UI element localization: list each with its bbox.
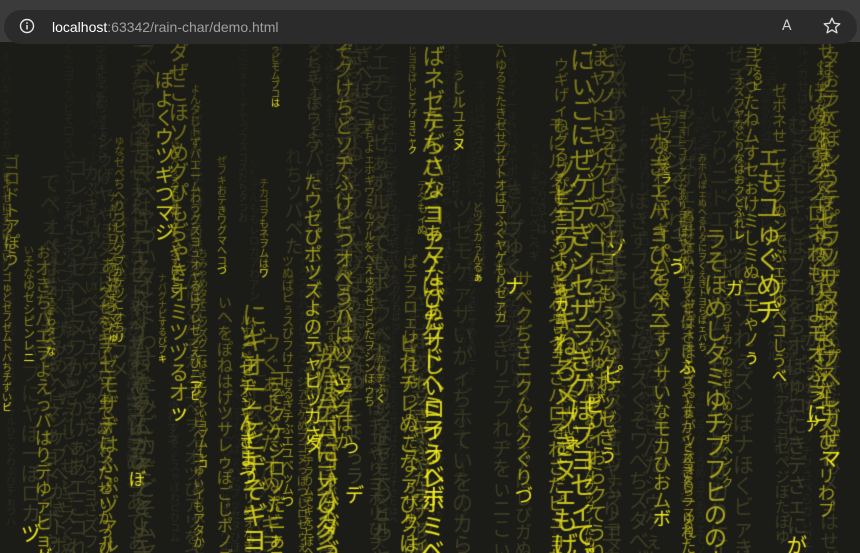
read-aloud-icon-letter: A — [782, 18, 792, 34]
url-host: localhost — [52, 19, 108, 35]
info-circle-icon[interactable] — [19, 18, 35, 34]
browser-window: localhost:63342/rain-char/demo.html A — [0, 0, 860, 553]
url-path: :63342/rain-char/demo.html — [107, 19, 279, 35]
read-aloud-icon[interactable]: A — [782, 15, 804, 37]
character-rain-canvas — [0, 44, 860, 553]
star-icon[interactable] — [822, 16, 842, 36]
page-viewport — [0, 44, 860, 553]
url-text[interactable]: localhost:63342/rain-char/demo.html — [52, 18, 278, 36]
